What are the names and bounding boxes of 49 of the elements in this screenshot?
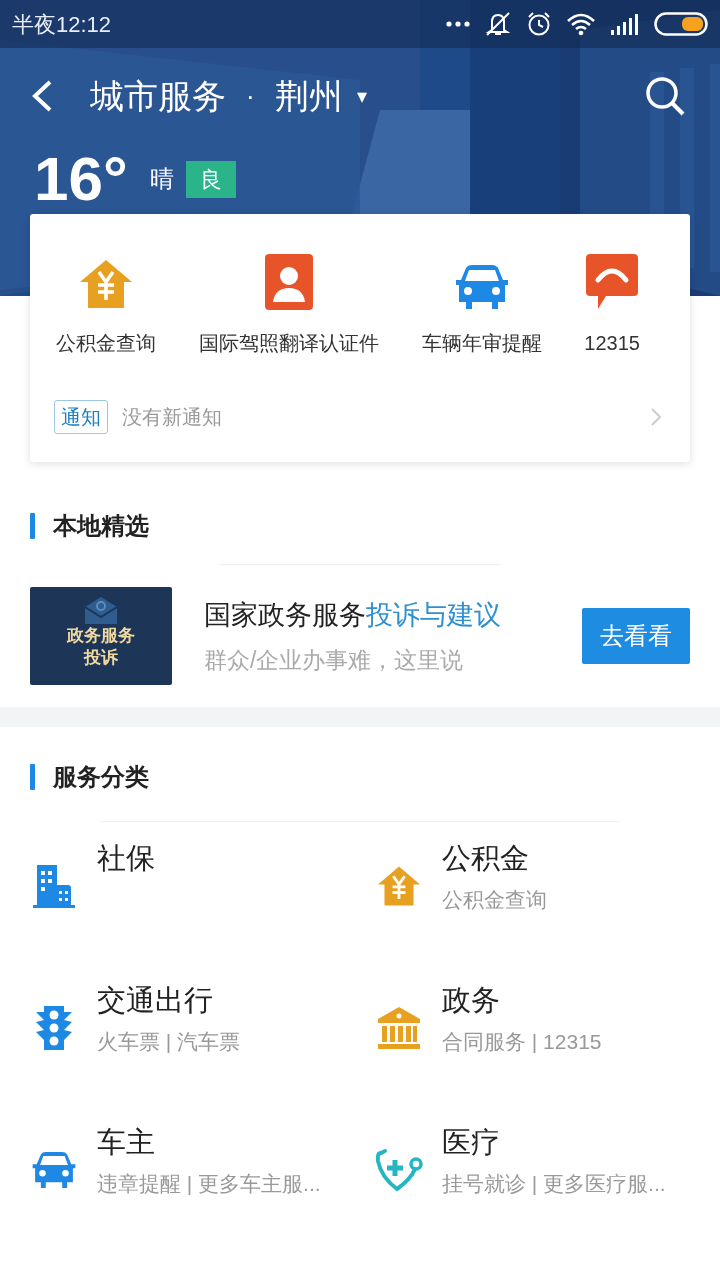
air-quality-badge: 良 xyxy=(185,160,236,198)
banner-text: 政务服务 xyxy=(67,625,135,647)
envelope-icon xyxy=(83,595,119,625)
category-item[interactable]: 医疗 挂号就诊 | 更多医疗服... xyxy=(375,1106,720,1248)
speech-bubble-icon xyxy=(586,254,639,310)
quick-service-item[interactable]: 车辆年审提醒 xyxy=(421,252,542,358)
more-dots-icon xyxy=(446,21,470,27)
promo-banner[interactable]: 政务服务 投诉 xyxy=(30,587,172,685)
notice-tag: 通知 xyxy=(54,400,108,434)
weather-condition: 晴 xyxy=(149,164,174,194)
status-time: 半夜12:12 xyxy=(12,10,112,39)
car-icon xyxy=(31,1151,77,1189)
promo-subtitle: 群众/企业办事难，这里说 xyxy=(204,646,465,675)
traffic-light-icon xyxy=(34,1004,74,1052)
promo-headline[interactable]: 国家政务服务投诉与建议 xyxy=(204,594,582,635)
section-title: 本地精选 xyxy=(53,511,149,541)
battery-icon xyxy=(654,12,708,36)
signal-icon xyxy=(610,13,640,35)
city-selector[interactable]: 荆州 xyxy=(274,70,343,122)
notice-text: 没有新通知 xyxy=(122,405,222,430)
quick-service-item[interactable]: 公积金查询 xyxy=(56,252,156,358)
back-icon[interactable] xyxy=(30,79,54,113)
banner-text: 投诉 xyxy=(84,647,118,669)
go-see-button[interactable]: 去看看 xyxy=(582,608,690,664)
building-icon xyxy=(31,863,77,909)
page-title: 城市服务 xyxy=(90,75,226,117)
section-accent-bar xyxy=(30,513,35,539)
title-separator: · xyxy=(246,79,255,113)
alarm-clock-icon xyxy=(526,11,552,37)
category-item[interactable]: 公积金 公积金查询 xyxy=(375,822,720,964)
category-item[interactable]: 车主 违章提醒 | 更多车主服... xyxy=(30,1106,375,1248)
category-item[interactable]: 社保 xyxy=(30,822,375,964)
car-icon xyxy=(453,264,510,310)
house-yen-icon xyxy=(78,258,134,310)
section-accent-bar xyxy=(30,764,35,790)
stethoscope-cross-icon xyxy=(375,1147,423,1193)
temperature: 16° xyxy=(34,148,128,210)
category-item[interactable]: 交通出行 火车票 | 汽车票 xyxy=(30,964,375,1106)
quick-service-item[interactable]: 国际驾照翻译认证件 xyxy=(198,252,379,358)
search-icon[interactable] xyxy=(644,75,686,117)
quick-service-item[interactable]: 12315 xyxy=(584,252,640,358)
wifi-icon xyxy=(566,12,596,36)
section-title: 服务分类 xyxy=(53,762,149,792)
category-item[interactable]: 政务 合同服务 | 12315 xyxy=(375,964,720,1106)
bank-building-icon xyxy=(376,1005,422,1051)
muted-bell-icon xyxy=(484,11,512,37)
house-yen-icon xyxy=(376,865,422,907)
person-card-icon xyxy=(264,254,313,310)
dropdown-arrow[interactable]: ▾ xyxy=(356,81,367,111)
